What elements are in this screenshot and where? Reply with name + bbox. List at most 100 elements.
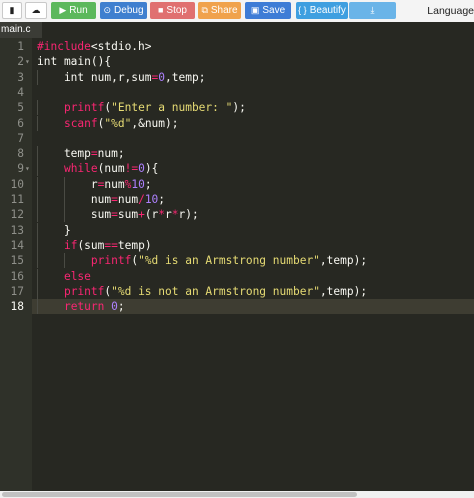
code-line[interactable]: #include<stdio.h> [37, 39, 152, 54]
code-token: (num [97, 162, 125, 176]
debug-label: Debug [114, 5, 144, 16]
line-number: 10 [10, 177, 24, 191]
code-token: 10 [144, 193, 159, 206]
code-line[interactable]: int num,r,sum=0,temp; [37, 69, 205, 85]
indent-guide [37, 237, 38, 253]
code-line[interactable]: else [37, 268, 91, 284]
code-token: scanf [63, 116, 98, 130]
line-number: 5 [17, 101, 24, 115]
share-icon: ⧉ [201, 5, 208, 15]
code-token: + [138, 208, 145, 222]
indent-guide [37, 253, 38, 269]
beautify-label: Beautify [309, 5, 346, 16]
code-token: r [37, 177, 98, 191]
upload-button[interactable]: ☁ [25, 2, 47, 19]
code-token: = [90, 147, 98, 161]
code-token: sum [117, 208, 139, 222]
code-token: ; [117, 300, 125, 314]
beautify-button[interactable]: { } Beautify [296, 2, 348, 19]
code-line[interactable]: } [37, 222, 71, 238]
code-token: int num,r,sum [37, 70, 152, 84]
code-token: * [171, 208, 179, 222]
code-token: "%d" [104, 116, 132, 130]
code-token: while [63, 162, 98, 176]
line-number: 7 [17, 131, 24, 145]
indent-guide [37, 146, 38, 162]
debug-icon: ⊙ [103, 5, 112, 15]
line-number: 15 [10, 254, 24, 268]
code-token: 0 [138, 162, 145, 176]
code-line[interactable]: scanf("%d",&num); [37, 115, 179, 131]
download-button[interactable]: ⤓ [349, 2, 396, 19]
code-line[interactable]: printf("%d is an Armstrong number",temp)… [37, 253, 368, 269]
code-line[interactable]: printf("%d is not an Armstrong number",t… [37, 283, 367, 299]
code-token: (sum [77, 238, 105, 252]
code-line[interactable]: sum=sum+(r*r*r); [37, 207, 199, 223]
stop-icon: ■ [157, 5, 164, 15]
code-line[interactable]: num=num/10; [37, 192, 165, 207]
file-button[interactable]: ▮ [2, 2, 22, 19]
code-token: temp) [117, 238, 152, 252]
code-token: r [165, 208, 172, 222]
code-token: } [37, 223, 71, 237]
braces-icon: { } [298, 5, 307, 15]
indent-guide [37, 299, 38, 315]
stop-button[interactable]: ■ Stop [150, 2, 195, 19]
line-number: 11 [10, 193, 24, 206]
code-token: == [104, 238, 118, 252]
line-number: 4 [17, 85, 24, 99]
stop-label: Stop [166, 5, 187, 16]
line-number: 14 [10, 238, 24, 252]
save-button[interactable]: ▣ Save [245, 2, 291, 19]
line-number: 17 [10, 284, 24, 298]
code-line[interactable]: r=num%10; [37, 176, 152, 192]
code-token: printf [63, 284, 105, 298]
code-token: ,temp); [319, 254, 368, 268]
code-line[interactable]: while(num!=0){ [37, 161, 158, 177]
run-label: Run [69, 5, 88, 16]
code-token: printf [90, 254, 132, 268]
code-token: num [104, 177, 125, 191]
scrollbar-thumb[interactable] [2, 492, 357, 497]
indent-guide [37, 115, 38, 131]
save-label: Save [262, 5, 286, 16]
horizontal-scrollbar[interactable] [0, 491, 474, 498]
indent-guide [37, 69, 38, 85]
toolbar: ▮ ☁ ▶ Run ⊙ Debug ■ Stop ⧉ Share ▣ Save … [0, 0, 474, 22]
indent-guide [37, 100, 38, 116]
indent-guide [64, 192, 65, 207]
fold-toggle-icon[interactable]: ▾ [25, 161, 31, 176]
code-line[interactable]: temp=num; [37, 146, 125, 162]
download-icon: ⤓ [370, 5, 375, 15]
line-number: 2 [17, 55, 24, 69]
code-line[interactable]: if(sum==temp) [37, 237, 152, 253]
tab-main-c[interactable]: main.c [0, 22, 42, 38]
indent-guide [37, 283, 38, 299]
code-editor[interactable]: 1 2 ▾ 3 4 5 6 7 8 9 ▾ 10 11 12 13 14 15 16 17 18 #include<s… [0, 38, 474, 491]
language-label[interactable]: Language [427, 5, 474, 17]
code-token: ; [144, 177, 152, 191]
indent-guide [64, 253, 65, 269]
indent-guide [37, 268, 38, 284]
indent-guide [37, 192, 38, 207]
code-token: 0 [111, 300, 118, 314]
code-token: "Enter a number: " [111, 101, 233, 115]
code-token: return [63, 300, 105, 314]
debug-button[interactable]: ⊙ Debug [100, 2, 147, 19]
code-line[interactable]: printf("Enter a number: "); [37, 100, 246, 116]
code-token: r); [178, 208, 199, 222]
code-line[interactable]: return 0; [37, 299, 125, 315]
code-token: ; [158, 193, 166, 206]
fold-toggle-icon[interactable]: ▾ [25, 54, 31, 69]
run-button[interactable]: ▶ Run [51, 2, 96, 19]
code-line[interactable]: int main(){ [37, 54, 111, 69]
code-token: (r [144, 208, 159, 222]
line-number: 6 [17, 116, 24, 130]
share-button[interactable]: ⧉ Share [198, 2, 241, 19]
code-token: 10 [131, 177, 145, 191]
code-token: num [37, 193, 112, 206]
